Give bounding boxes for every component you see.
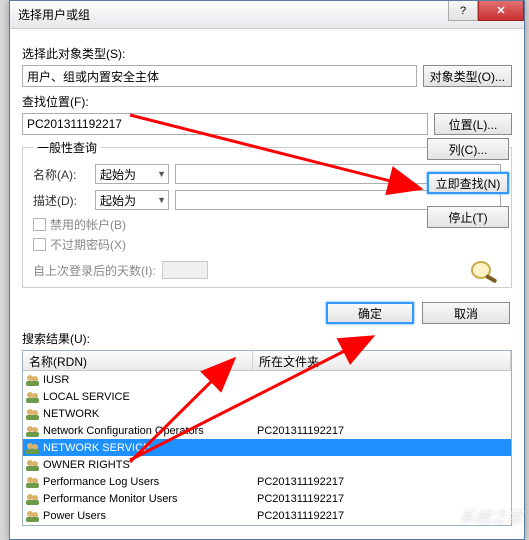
result-name: LOCAL SERVICE [43, 391, 257, 403]
results-list: 名称(RDN) 所在文件夹 IUSR LOCAL SERVICE NETWORK Ne… [22, 350, 512, 526]
results-header: 名称(RDN) 所在文件夹 [23, 351, 511, 371]
result-row[interactable]: Network Configuration OperatorsPC2013111… [23, 422, 511, 439]
result-name: IUSR [43, 374, 257, 386]
disabled-accounts-checkbox[interactable] [33, 218, 46, 231]
result-name: Performance Monitor Users [43, 493, 257, 505]
user-group-icon [25, 441, 41, 455]
user-group-icon [25, 458, 41, 472]
combo-text: 起始为 [100, 192, 136, 209]
result-name: NETWORK SERVICE [43, 442, 257, 454]
chevron-down-icon: ▼ [157, 169, 166, 179]
result-row[interactable]: NETWORK SERVICE [23, 439, 511, 456]
desc-match-combo[interactable]: 起始为 ▼ [95, 190, 169, 210]
dialog-body: 选择此对象类型(S): 对象类型(O)... 查找位置(F): 位置(L)...… [10, 29, 524, 536]
days-spinner[interactable] [162, 261, 208, 279]
search-icon [467, 258, 503, 287]
result-location: PC201311192217 [257, 476, 344, 488]
days-since-label: 自上次登录后的天数(I): [33, 262, 156, 279]
results-body[interactable]: IUSR LOCAL SERVICE NETWORK Network Configur… [23, 371, 511, 526]
col-folder-header[interactable]: 所在文件夹 [253, 351, 511, 370]
result-name: Power Users [43, 510, 257, 522]
desc-label: 描述(D): [33, 192, 89, 209]
name-match-combo[interactable]: 起始为 ▼ [95, 164, 169, 184]
col-name-header[interactable]: 名称(RDN) [23, 351, 253, 370]
result-row[interactable]: Performance Log UsersPC201311192217 [23, 473, 511, 490]
no-expire-label: 不过期密码(X) [50, 236, 126, 253]
chevron-down-icon: ▼ [157, 195, 166, 205]
result-location: PC201311192217 [257, 425, 344, 437]
location-field[interactable] [22, 113, 428, 135]
title-text: 选择用户或组 [18, 6, 90, 23]
result-name: NETWORK [43, 408, 257, 420]
result-row[interactable]: LOCAL SERVICE [23, 388, 511, 405]
object-type-field[interactable] [22, 65, 417, 87]
window-controls: ? ✕ [448, 1, 524, 21]
watermark: 系统之家 [459, 504, 523, 528]
user-group-icon [25, 390, 41, 404]
locations-button[interactable]: 位置(L)... [434, 113, 512, 135]
user-group-icon [25, 475, 41, 489]
user-group-icon [25, 407, 41, 421]
result-location: PC201311192217 [257, 510, 344, 522]
result-row[interactable]: Power UsersPC201311192217 [23, 507, 511, 524]
stop-button[interactable]: 停止(T) [427, 206, 509, 228]
combo-text: 起始为 [100, 166, 136, 183]
help-button[interactable]: ? [448, 1, 478, 21]
dialog-window: 选择用户或组 ? ✕ 选择此对象类型(S): 对象类型(O)... 查找位置(F… [9, 0, 525, 540]
result-row[interactable]: NETWORK [23, 405, 511, 422]
result-row[interactable]: IUSR [23, 371, 511, 388]
find-now-button[interactable]: 立即查找(N) [427, 172, 509, 194]
result-name: Network Configuration Operators [43, 425, 257, 437]
location-label: 查找位置(F): [22, 93, 512, 110]
groupbox-title: 一般性查询 [33, 139, 101, 156]
object-type-label: 选择此对象类型(S): [22, 45, 512, 62]
user-group-icon [25, 373, 41, 387]
user-group-icon [25, 492, 41, 506]
no-expire-checkbox[interactable] [33, 238, 46, 251]
results-label: 搜索结果(U): [22, 330, 512, 347]
result-row[interactable]: Performance Monitor UsersPC201311192217 [23, 490, 511, 507]
disabled-accounts-label: 禁用的帐户(B) [50, 216, 126, 233]
user-group-icon [25, 424, 41, 438]
object-types-button[interactable]: 对象类型(O)... [423, 65, 512, 87]
right-button-column: 列(C)... 立即查找(N) 停止(T) [427, 138, 509, 228]
result-name: Performance Log Users [43, 476, 257, 488]
columns-button[interactable]: 列(C)... [427, 138, 509, 160]
result-location: PC201311192217 [257, 493, 344, 505]
result-row[interactable]: OWNER RIGHTS [23, 456, 511, 473]
close-button[interactable]: ✕ [478, 1, 524, 21]
cancel-button[interactable]: 取消 [422, 302, 510, 324]
result-name: OWNER RIGHTS [43, 459, 257, 471]
user-group-icon [25, 509, 41, 523]
titlebar[interactable]: 选择用户或组 ? ✕ [10, 1, 524, 29]
ok-button[interactable]: 确定 [326, 302, 414, 324]
name-label: 名称(A): [33, 166, 89, 183]
